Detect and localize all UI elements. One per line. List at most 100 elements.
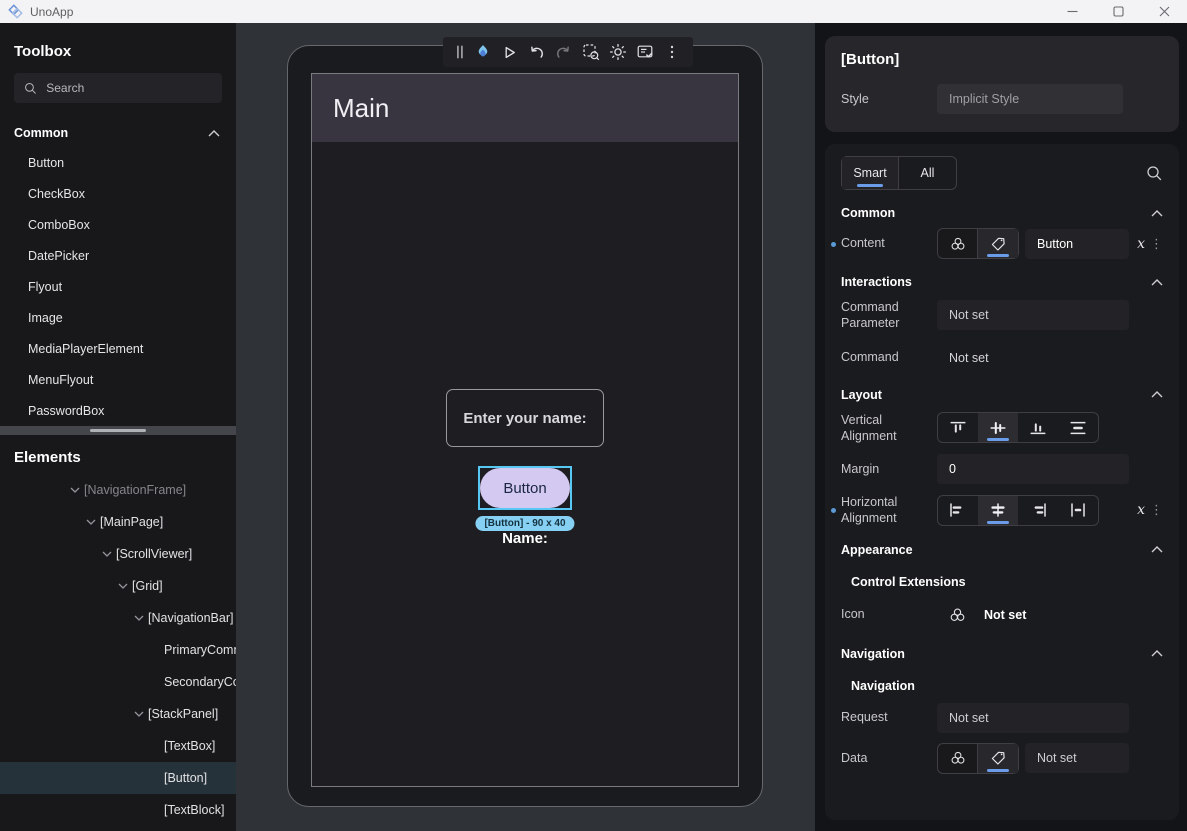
tree-item-secondarycommands[interactable]: SecondaryCo: [0, 666, 236, 698]
valign-top-button[interactable]: [938, 413, 978, 442]
tag-mode-button[interactable]: [978, 743, 1018, 773]
chevron-down-icon[interactable]: [82, 519, 100, 525]
tree-item-navigationframe[interactable]: [NavigationFrame]: [0, 474, 236, 506]
binding-mode-button[interactable]: [938, 229, 978, 258]
maximize-button[interactable]: [1095, 0, 1141, 23]
kebab-icon[interactable]: ⋮: [1150, 236, 1163, 252]
binding-icon[interactable]: [949, 607, 966, 623]
halign-center-button[interactable]: [978, 495, 1018, 525]
tree-item-navigationbar[interactable]: [NavigationBar]: [0, 602, 236, 634]
tree-item-mainpage[interactable]: [MainPage]: [0, 506, 236, 538]
toolbox-item-passwordbox[interactable]: PasswordBox: [0, 395, 236, 426]
control-extensions-subheader: Control Extensions: [851, 574, 966, 589]
section-navigation[interactable]: Navigation: [841, 647, 1163, 661]
toolbox-item-image[interactable]: Image: [0, 302, 236, 333]
halign-left-button[interactable]: [938, 496, 978, 525]
chevron-up-icon: [208, 129, 220, 136]
tree-item-label: [Button]: [164, 771, 208, 785]
redo-button[interactable]: [550, 37, 577, 67]
binding-icon: [951, 237, 964, 250]
formula-icon[interactable]: x: [1137, 236, 1145, 252]
panel-splitter[interactable]: [0, 426, 236, 435]
section-interactions[interactable]: Interactions: [841, 275, 1163, 289]
chevron-down-icon[interactable]: [130, 615, 148, 621]
section-common[interactable]: Common: [841, 206, 1163, 220]
chevron-down-icon[interactable]: [114, 583, 132, 589]
chevron-up-icon: [1151, 391, 1163, 398]
tree-item-primarycommands[interactable]: PrimaryComm: [0, 634, 236, 666]
close-button[interactable]: [1141, 0, 1187, 23]
chevron-down-icon[interactable]: [130, 711, 148, 717]
toolbox-search[interactable]: [14, 73, 222, 103]
app-window: UnoApp Toolbox Search Common Button Chec…: [0, 0, 1187, 831]
toolbox-item-datepicker[interactable]: DatePicker: [0, 240, 236, 271]
toolbox-item-button[interactable]: Button: [0, 147, 236, 178]
undo-icon: [531, 46, 543, 58]
command-parameter-input[interactable]: Not set: [937, 300, 1129, 331]
toolbar-drag-handle[interactable]: [451, 37, 469, 67]
halign-stretch-button[interactable]: [1058, 496, 1098, 525]
tree-item-stackpanel[interactable]: [StackPanel]: [0, 698, 236, 730]
tab-all[interactable]: All: [899, 157, 956, 189]
halign-right-button[interactable]: [1018, 496, 1058, 525]
preview-textbox[interactable]: Enter your name:: [446, 389, 604, 447]
inspector-search-button[interactable]: [1146, 165, 1163, 182]
hot-reload-button[interactable]: [469, 37, 496, 67]
toolbox-item-menuflyout[interactable]: MenuFlyout: [0, 364, 236, 395]
toolbox-item-combobox[interactable]: ComboBox: [0, 209, 236, 240]
preview-name-label[interactable]: Name:: [502, 530, 548, 547]
play-icon: [505, 46, 515, 58]
formula-icon[interactable]: x: [1137, 502, 1145, 518]
chevron-down-icon[interactable]: [98, 551, 116, 557]
search-input[interactable]: [46, 81, 212, 95]
style-input[interactable]: Implicit Style: [937, 84, 1123, 114]
minimize-button[interactable]: [1049, 0, 1095, 23]
content-label: Content: [831, 235, 937, 251]
command-label: Command: [841, 350, 899, 365]
toolbox-section-common[interactable]: Common: [0, 119, 236, 147]
chevron-down-icon[interactable]: [66, 487, 84, 493]
binding-mode-button[interactable]: [938, 743, 978, 773]
tree-item-scrollviewer[interactable]: [ScrollViewer]: [0, 538, 236, 570]
valign-stretch-button[interactable]: [1058, 413, 1098, 442]
icon-value[interactable]: Not set: [984, 608, 1026, 622]
more-menu-button[interactable]: [658, 37, 685, 67]
toolbox-item-mediaplayerelement[interactable]: MediaPlayerElement: [0, 333, 236, 364]
device-preview-frame: Main Enter your name: Button [Button] - …: [287, 45, 763, 807]
toolbox-item-checkbox[interactable]: CheckBox: [0, 178, 236, 209]
tree-item-button-selected[interactable]: [Button]: [0, 762, 236, 794]
element-picker-icon: [582, 44, 599, 61]
chevron-up-icon: [1151, 278, 1163, 285]
command-value[interactable]: Not set: [949, 351, 989, 365]
content-extras: x ⋮: [1137, 236, 1163, 252]
preview-button[interactable]: Button: [480, 468, 570, 508]
panel-check-button[interactable]: [631, 37, 658, 67]
margin-input[interactable]: 0: [937, 454, 1129, 484]
content-editor-toggle: [937, 228, 1019, 259]
command-row: Command Not set: [841, 346, 1163, 370]
drag-handle-icon: [457, 45, 463, 59]
tree-item-grid[interactable]: [Grid]: [0, 570, 236, 602]
play-button[interactable]: [496, 37, 523, 67]
toolbox-item-flyout[interactable]: Flyout: [0, 271, 236, 302]
section-layout[interactable]: Layout: [841, 388, 1163, 402]
section-appearance[interactable]: Appearance: [841, 543, 1163, 557]
request-input[interactable]: Not set: [937, 702, 1129, 733]
undo-button[interactable]: [523, 37, 550, 67]
theme-toggle-button[interactable]: [604, 37, 631, 67]
tag-mode-button[interactable]: [978, 229, 1018, 258]
kebab-icon[interactable]: ⋮: [1150, 502, 1163, 518]
tree-item-textblock[interactable]: [TextBlock]: [0, 794, 236, 826]
data-input[interactable]: Not set: [1025, 743, 1129, 773]
tab-smart[interactable]: Smart: [842, 157, 899, 189]
content-input[interactable]: Button: [1025, 228, 1129, 259]
elements-tree: [NavigationFrame] [MainPage] [ScrollView…: [0, 474, 236, 826]
app-title: UnoApp: [30, 4, 74, 19]
toolbox-item-label: Image: [28, 310, 63, 325]
valign-center-button[interactable]: [978, 413, 1018, 443]
tree-item-textbox[interactable]: [TextBox]: [0, 730, 236, 762]
valign-bottom-button[interactable]: [1018, 413, 1058, 442]
section-title: Appearance: [841, 542, 913, 557]
element-picker-button[interactable]: [577, 37, 604, 67]
align-hcenter-icon: [991, 503, 1005, 517]
